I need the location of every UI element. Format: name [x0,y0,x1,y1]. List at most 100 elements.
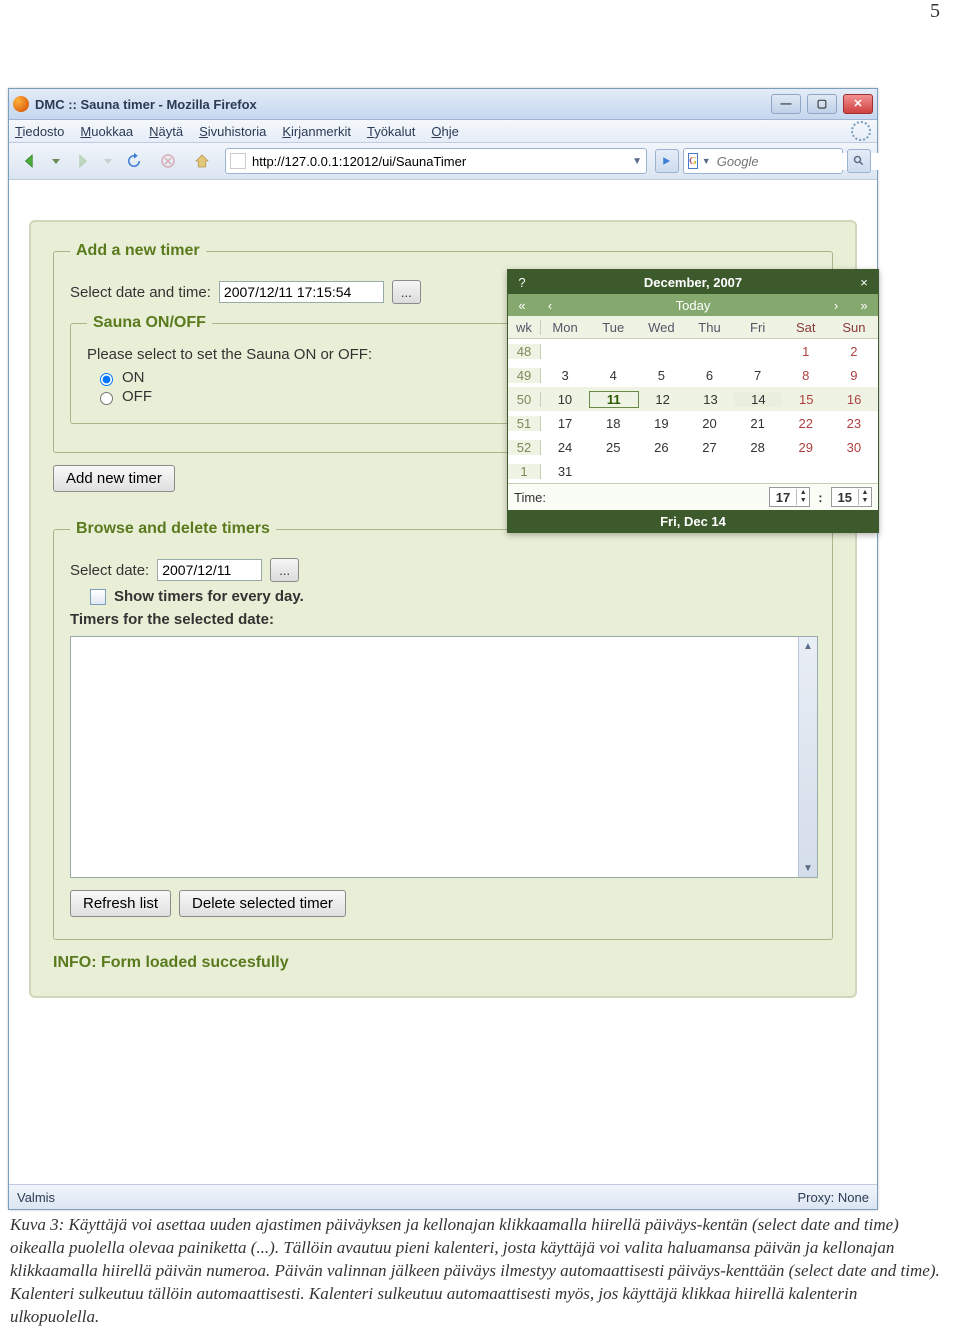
cal-day[interactable]: 23 [830,416,878,431]
scroll-down-icon[interactable]: ▼ [799,859,817,877]
cal-day[interactable]: 21 [734,416,782,431]
cal-day[interactable]: 19 [637,416,685,431]
menu-history[interactable]: Sivuhistoria [199,124,266,139]
cal-day[interactable]: 13 [687,392,735,407]
off-label: OFF [122,388,152,405]
browse-fieldset: Browse and delete timers Select date: ..… [53,520,833,940]
cal-dow-thu: Thu [685,320,733,335]
datetime-input[interactable] [219,281,384,303]
on-radio[interactable] [100,373,113,386]
menu-tools[interactable]: Työkalut [367,124,415,139]
google-icon[interactable]: G [688,153,698,169]
search-go-button[interactable] [847,149,871,173]
menu-edit[interactable]: Muokkaa [80,124,133,139]
timers-list[interactable]: ▲ ▼ [70,636,818,878]
cal-day[interactable]: 28 [734,440,782,455]
forward-dropdown[interactable] [101,146,115,176]
cal-close-button[interactable]: × [850,275,878,290]
date-input[interactable] [157,559,262,581]
page-number: 5 [930,0,940,23]
cal-prev-month[interactable]: ‹ [536,298,564,313]
back-dropdown[interactable] [49,146,63,176]
cal-day[interactable]: 1 [782,344,830,359]
cal-help-button[interactable]: ? [508,275,536,290]
cal-week-number: 50 [508,392,541,407]
stop-button[interactable] [153,146,183,176]
cal-day[interactable]: 31 [541,464,589,479]
cal-day[interactable]: 3 [541,368,589,383]
cal-day[interactable]: 2 [830,344,878,359]
cal-month-label: December, 2007 [536,275,850,290]
cal-time-row: Time: 17 ▲▼ : 15 ▲▼ [508,483,878,510]
cal-dow-fri: Fri [734,320,782,335]
date-picker-button[interactable]: ... [270,558,299,582]
cal-footer: Fri, Dec 14 [508,510,878,532]
delete-timer-button[interactable]: Delete selected timer [179,890,346,917]
cal-day[interactable]: 30 [830,440,878,455]
cal-time-label: Time: [514,490,546,505]
cal-day[interactable]: 6 [685,368,733,383]
cal-day[interactable]: 11 [589,391,639,408]
statusbar: Valmis Proxy: None [9,1184,877,1209]
cal-day[interactable]: 7 [734,368,782,383]
cal-day[interactable]: 20 [685,416,733,431]
scroll-track[interactable] [799,655,817,859]
cal-next-month[interactable]: › [822,298,850,313]
cal-week-number: 1 [508,464,541,479]
cal-next-year[interactable]: » [850,298,878,313]
scrollbar[interactable]: ▲ ▼ [798,637,817,877]
cal-day[interactable]: 27 [685,440,733,455]
menubar: Tiedosto Muokkaa Näytä Sivuhistoria Kirj… [9,120,877,143]
url-input[interactable] [250,153,628,170]
cal-day[interactable]: 24 [541,440,589,455]
refresh-list-button[interactable]: Refresh list [70,890,171,917]
cal-day[interactable]: 9 [830,368,878,383]
menu-file[interactable]: Tiedosto [15,124,64,139]
everyday-checkbox[interactable] [90,589,106,605]
cal-day[interactable]: 4 [589,368,637,383]
datetime-picker-button[interactable]: ... [392,280,421,304]
cal-day[interactable]: 15 [782,392,830,407]
add-timer-button[interactable]: Add new timer [53,465,175,492]
reload-button[interactable] [119,146,149,176]
cal-today-button[interactable]: Today [564,298,822,313]
cal-day[interactable]: 17 [541,416,589,431]
cal-dow-sun: Sun [830,320,878,335]
proxy-status: Proxy: None [797,1190,869,1205]
cal-hour-spinner[interactable]: 17 ▲▼ [769,487,810,507]
close-button[interactable]: ✕ [843,94,873,114]
cal-body: 4812493456789501011121314151651171819202… [508,339,878,483]
cal-day[interactable]: 5 [637,368,685,383]
menu-help[interactable]: Ohje [431,124,458,139]
cal-day[interactable]: 29 [782,440,830,455]
url-dropdown-icon[interactable]: ▼ [632,156,642,167]
cal-week-number: 52 [508,440,541,455]
navigation-toolbar: ▼ G ▼ [9,143,877,180]
window-title: DMC :: Sauna timer - Mozilla Firefox [35,97,771,112]
back-button[interactable] [15,146,45,176]
cal-day[interactable]: 26 [637,440,685,455]
scroll-up-icon[interactable]: ▲ [799,637,817,655]
home-button[interactable] [187,146,217,176]
cal-day[interactable]: 14 [734,392,782,407]
cal-dow-wed: Wed [637,320,685,335]
cal-day[interactable]: 22 [782,416,830,431]
menu-view[interactable]: Näytä [149,124,183,139]
forward-button[interactable] [67,146,97,176]
off-radio[interactable] [100,392,113,405]
minimize-button[interactable]: — [771,94,801,114]
address-bar: ▼ [225,148,647,174]
cal-day[interactable]: 8 [782,368,830,383]
cal-day[interactable]: 12 [639,392,687,407]
cal-day[interactable]: 25 [589,440,637,455]
cal-prev-year[interactable]: « [508,298,536,313]
maximize-button[interactable]: ▢ [807,94,837,114]
cal-day[interactable]: 18 [589,416,637,431]
cal-day[interactable]: 16 [830,392,878,407]
go-button[interactable] [655,149,679,173]
cal-day[interactable]: 10 [541,392,589,407]
add-legend: Add a new timer [70,242,206,260]
cal-minute-spinner[interactable]: 15 ▲▼ [831,487,872,507]
search-dropdown-icon[interactable]: ▼ [702,156,711,166]
menu-bookmarks[interactable]: Kirjanmerkit [282,124,351,139]
